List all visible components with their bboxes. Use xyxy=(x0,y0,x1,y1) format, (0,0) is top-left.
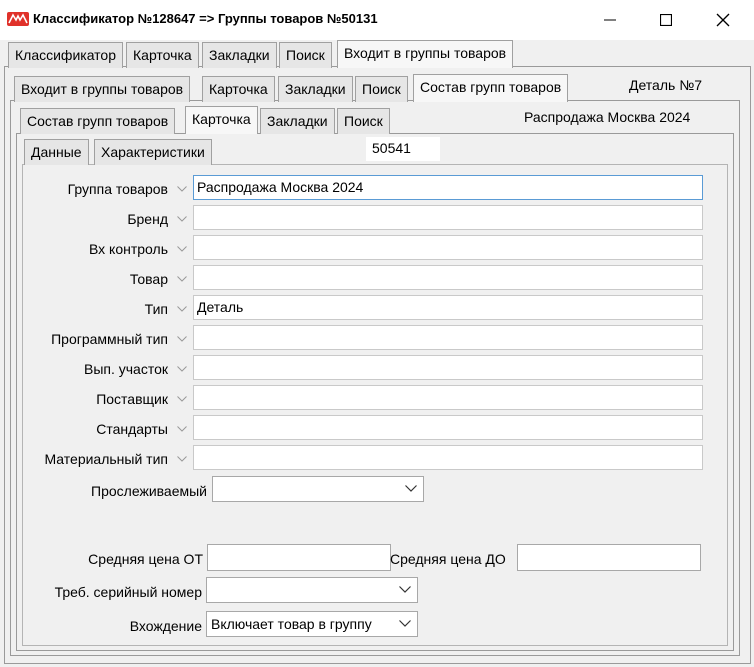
material-type-field[interactable] xyxy=(193,445,703,470)
tracked-select[interactable] xyxy=(212,476,424,502)
product-dropdown[interactable] xyxy=(172,267,192,291)
program-type-dropdown[interactable] xyxy=(172,327,192,351)
program-type-field[interactable] xyxy=(193,325,703,350)
record-id: 50541 xyxy=(366,137,440,161)
chevron-down-icon xyxy=(177,186,187,192)
inclusion-select[interactable]: Включает товар в группу xyxy=(206,611,418,637)
brand-dropdown[interactable] xyxy=(172,207,192,231)
inclusion-value: Включает товар в группу xyxy=(211,616,372,632)
tab-group-composition[interactable]: Состав групп товаров xyxy=(413,74,569,102)
label-incoming-control: Вх контроль xyxy=(88,241,168,257)
production-site-field[interactable] xyxy=(193,355,703,380)
chevron-down-icon xyxy=(177,276,187,282)
serial-required-select[interactable] xyxy=(206,577,418,603)
tab-characteristics[interactable]: Характеристики xyxy=(94,139,212,165)
chevron-down-icon xyxy=(177,306,187,312)
supplier-dropdown[interactable] xyxy=(172,387,192,411)
label-product: Товар xyxy=(129,271,168,287)
title-bar[interactable]: Классификатор №128647 => Группы товаров … xyxy=(0,0,754,40)
label-type: Тип xyxy=(144,301,168,317)
incoming-control-dropdown[interactable] xyxy=(172,237,192,261)
close-button[interactable] xyxy=(694,0,752,40)
tab-search-l2[interactable]: Поиск xyxy=(355,76,408,102)
label-standards: Стандарты xyxy=(96,421,168,437)
production-site-dropdown[interactable] xyxy=(172,357,192,381)
close-icon xyxy=(716,13,730,27)
app-logo-icon xyxy=(7,12,29,26)
supplier-field[interactable] xyxy=(193,385,703,410)
detail-number-label: Деталь №7 xyxy=(629,77,703,93)
incoming-control-field[interactable] xyxy=(193,235,703,260)
tab-card-l2[interactable]: Карточка xyxy=(202,76,275,102)
label-avg-price-to: Средняя цена ДО xyxy=(390,551,506,567)
chevron-down-icon xyxy=(405,485,417,492)
tab-search-l1[interactable]: Поиск xyxy=(279,42,332,68)
tab-card-l3[interactable]: Карточка xyxy=(185,106,258,134)
label-product-group: Группа товаров xyxy=(67,181,168,197)
type-dropdown[interactable] xyxy=(172,297,192,321)
chevron-down-icon xyxy=(399,586,411,593)
label-tracked: Прослеживаемый xyxy=(91,483,207,499)
brand-field[interactable] xyxy=(193,205,703,230)
label-production-site: Вып. участок xyxy=(83,361,168,377)
label-serial-required: Треб. серийный номер xyxy=(54,584,202,600)
tab-data[interactable]: Данные xyxy=(24,139,89,165)
chevron-down-icon xyxy=(177,246,187,252)
window-title: Классификатор №128647 => Группы товаров … xyxy=(33,11,378,26)
label-avg-price-from: Средняя цена ОТ xyxy=(88,551,203,567)
maximize-button[interactable] xyxy=(637,0,695,40)
label-brand: Бренд xyxy=(127,211,168,227)
group-name-label: Распродажа Москва 2024 xyxy=(524,109,691,125)
product-field[interactable] xyxy=(193,265,703,290)
tab-group-composition-l3[interactable]: Состав групп товаров xyxy=(20,108,176,134)
product-group-field[interactable]: Распродажа Москва 2024 xyxy=(193,175,703,200)
chevron-down-icon xyxy=(177,216,187,222)
label-program-type: Программный тип xyxy=(51,331,168,347)
tab-member-of-groups-l2[interactable]: Входит в группы товаров xyxy=(14,76,191,102)
type-field[interactable]: Деталь xyxy=(193,295,703,320)
chevron-down-icon xyxy=(177,366,187,372)
tab-bookmarks-l1[interactable]: Закладки xyxy=(202,42,277,68)
avg-price-from-field[interactable] xyxy=(207,544,391,571)
chevron-down-icon xyxy=(177,396,187,402)
label-material-type: Материальный тип xyxy=(44,451,168,467)
chevron-down-icon xyxy=(399,620,411,627)
label-supplier: Поставщик xyxy=(96,391,168,407)
tab-member-of-groups[interactable]: Входит в группы товаров xyxy=(337,40,514,68)
standards-dropdown[interactable] xyxy=(172,417,192,441)
chevron-down-icon xyxy=(177,336,187,342)
tab-bookmarks-l2[interactable]: Закладки xyxy=(278,76,353,102)
tab-card-l1[interactable]: Карточка xyxy=(126,42,199,68)
standards-field[interactable] xyxy=(193,415,703,440)
chevron-down-icon xyxy=(177,456,187,462)
material-type-dropdown[interactable] xyxy=(172,447,192,471)
product-group-dropdown[interactable] xyxy=(172,177,192,201)
chevron-down-icon xyxy=(177,426,187,432)
minimize-button[interactable] xyxy=(581,0,639,40)
tab-search-l3[interactable]: Поиск xyxy=(337,108,390,134)
maximize-icon xyxy=(660,14,672,26)
label-inclusion: Вхождение xyxy=(129,618,202,634)
tab-classifier[interactable]: Классификатор xyxy=(8,42,124,68)
tab-bookmarks-l3[interactable]: Закладки xyxy=(260,108,335,134)
avg-price-to-field[interactable] xyxy=(517,544,701,571)
minimize-icon xyxy=(604,19,616,21)
